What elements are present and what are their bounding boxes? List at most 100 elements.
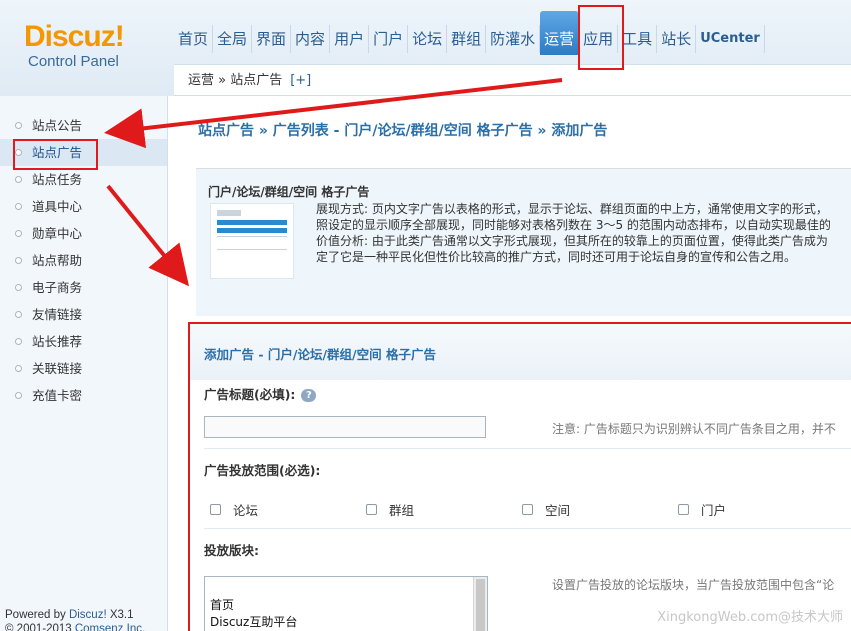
ad-title-input[interactable] xyxy=(204,416,486,438)
info-line: 展现方式: 页内文字广告以表格的形式，显示于论坛、群组页面的中上方，通常使用文字… xyxy=(316,202,828,216)
bullet-icon xyxy=(15,122,22,129)
ad-block-note: 设置广告投放的论坛版块，当广告投放范围中包含“论 xyxy=(552,578,835,592)
sidebar-item-label: 充值卡密 xyxy=(32,388,83,403)
sidebar-item-ecommerce[interactable]: 电子商务 xyxy=(0,274,167,301)
checkbox-label: 空间 xyxy=(545,503,571,518)
sidebar: 站点公告 站点广告 站点任务 道具中心 勋章中心 站点帮助 电子商务 友情链接 … xyxy=(0,96,168,631)
bullet-icon xyxy=(15,338,22,345)
nav-interface[interactable]: 界面 xyxy=(252,25,292,53)
sidebar-item-tasks[interactable]: 站点任务 xyxy=(0,166,167,193)
bullet-icon xyxy=(15,284,22,291)
nav-content[interactable]: 内容 xyxy=(291,25,331,53)
checkbox-label: 论坛 xyxy=(233,503,259,518)
top-nav: 首页 全局 界面 内容 用户 门户 论坛 群组 防灌水 运营 应用 工具 站长 … xyxy=(174,11,765,55)
info-line: 定了它是一种平民化但性价比较高的推广方式，同时还可用于论坛自身的宣传和公告之用。 xyxy=(316,250,797,264)
bullet-icon xyxy=(15,257,22,264)
info-line: 价值分析: 由于此类广告通常以文字形式展现，但其所在的较靠上的页面位置，使得此类… xyxy=(316,234,828,248)
info-description: 展现方式: 页内文字广告以表格的形式，显示于论坛、群组页面的中上方，通常使用文字… xyxy=(316,201,851,265)
header: Discuz! Control Panel 首页 全局 界面 内容 用户 门户 … xyxy=(0,0,851,96)
powered-by: Powered by Discuz! X3.1 xyxy=(5,609,134,621)
bullet-icon xyxy=(15,149,22,156)
checkbox[interactable] xyxy=(522,504,533,515)
powered-version: X3.1 xyxy=(106,609,134,621)
ad-scope-label: 广告投放范围(必选): xyxy=(204,463,321,478)
discuz-logo[interactable]: Discuz! Control Panel xyxy=(24,20,154,80)
bullet-icon xyxy=(15,392,22,399)
add-ad-form: 添加广告 - 门户/论坛/群组/空间 格子广告 广告标题(必填):? 注意: 广… xyxy=(188,322,851,631)
main-content: 站点广告 » 广告列表 - 门户/论坛/群组/空间 格子广告 » 添加广告 门户… xyxy=(180,96,851,631)
comsenz-link[interactable]: Comsenz Inc. xyxy=(75,623,145,631)
powered-link[interactable]: Discuz! xyxy=(69,609,107,621)
sidebar-item-card-keys[interactable]: 充值卡密 xyxy=(0,382,167,409)
help-icon[interactable]: ? xyxy=(301,389,317,402)
ad-title-label: 广告标题(必填):? xyxy=(204,384,317,403)
nav-tools[interactable]: 工具 xyxy=(618,25,658,53)
info-title: 门户/论坛/群组/空间 格子广告 xyxy=(208,185,370,199)
sidebar-item-label: 站点帮助 xyxy=(32,253,83,268)
logo-bang: ! xyxy=(114,20,125,53)
bullet-icon xyxy=(15,311,22,318)
info-line: 照设定的显示顺序全部展现，同时能够对表格列数在 3～5 的范围内动态排布，以自动… xyxy=(316,218,831,232)
nav-groups[interactable]: 群组 xyxy=(447,25,487,53)
bullet-icon xyxy=(15,176,22,183)
sidebar-item-label: 站长推荐 xyxy=(32,334,83,349)
checkbox-label: 群组 xyxy=(389,503,415,518)
nav-global[interactable]: 全局 xyxy=(213,25,253,53)
sidebar-item-friend-links[interactable]: 友情链接 xyxy=(0,301,167,328)
checkbox[interactable] xyxy=(366,504,377,515)
logo-text: Discuz! xyxy=(24,20,154,54)
sidebar-item-help[interactable]: 站点帮助 xyxy=(0,247,167,274)
watermark: XingkongWeb.com@技术大师 xyxy=(657,610,843,625)
block-option-discuz-help[interactable]: Discuz互助平台 xyxy=(205,614,487,631)
nav-portal[interactable]: 门户 xyxy=(369,25,409,53)
sidebar-item-recommend[interactable]: 站长推荐 xyxy=(0,328,167,355)
copyright: © 2001-2013 Comsenz Inc. xyxy=(5,623,145,631)
block-option-home[interactable]: 首页 xyxy=(205,597,487,614)
sidebar-item-label: 勋章中心 xyxy=(32,226,83,241)
scope-option-portal[interactable]: 门户 xyxy=(678,500,726,519)
sidebar-item-label: 道具中心 xyxy=(32,199,83,214)
sidebar-item-label: 站点任务 xyxy=(32,172,83,187)
ad-type-info: 门户/论坛/群组/空间 格子广告 展现方式: 页内文字广告以表格的形式，显示于论… xyxy=(196,168,851,316)
powered-prefix: Powered by xyxy=(5,609,69,621)
block-select-list[interactable]: 首页 Discuz互助平台 xyxy=(204,576,488,631)
sidebar-item-label: 关联链接 xyxy=(32,361,83,376)
page-title: 站点广告 » 广告列表 - 门户/论坛/群组/空间 格子广告 » 添加广告 xyxy=(198,123,608,139)
sidebar-item-magic[interactable]: 道具中心 xyxy=(0,193,167,220)
form-header: 添加广告 - 门户/论坛/群组/空间 格子广告 xyxy=(190,324,851,380)
scope-option-forum[interactable]: 论坛 xyxy=(210,500,258,519)
nav-operations[interactable]: 运营 xyxy=(540,11,580,55)
nav-forum[interactable]: 论坛 xyxy=(408,25,448,53)
ad-title-note: 注意: 广告标题只为识别辨认不同广告条目之用，并不 xyxy=(552,422,836,436)
scope-option-space[interactable]: 空间 xyxy=(522,500,570,519)
sidebar-item-site-ads[interactable]: 站点广告 xyxy=(0,139,167,166)
scope-option-group[interactable]: 群组 xyxy=(366,500,414,519)
sidebar-item-announcements[interactable]: 站点公告 xyxy=(0,112,167,139)
sidebar-item-medals[interactable]: 勋章中心 xyxy=(0,220,167,247)
checkbox-label: 门户 xyxy=(701,503,727,518)
nav-webmaster[interactable]: 站长 xyxy=(657,25,697,53)
logo-subtitle: Control Panel xyxy=(28,53,119,70)
breadcrumb: 运营 » 站点广告 [+] xyxy=(174,64,851,96)
list-scrollbar[interactable] xyxy=(473,577,487,631)
nav-apps[interactable]: 应用 xyxy=(579,25,619,53)
ad-title-label-text: 广告标题(必填): xyxy=(204,387,296,402)
ad-preview-image xyxy=(210,203,294,279)
bullet-icon xyxy=(15,230,22,237)
sidebar-item-label: 电子商务 xyxy=(32,280,83,295)
logo-brand: Discuz xyxy=(24,20,116,53)
ad-block-label: 投放版块: xyxy=(204,543,259,558)
sidebar-item-label: 友情链接 xyxy=(32,307,83,322)
nav-ucenter[interactable]: UCenter xyxy=(696,25,765,53)
bullet-icon xyxy=(15,203,22,210)
checkbox[interactable] xyxy=(678,504,689,515)
sidebar-item-label: 站点广告 xyxy=(32,145,83,160)
nav-anti-spam[interactable]: 防灌水 xyxy=(486,25,541,53)
checkbox[interactable] xyxy=(210,504,221,515)
bullet-icon xyxy=(15,365,22,372)
add-shortcut-link[interactable]: [+] xyxy=(290,73,311,88)
nav-home[interactable]: 首页 xyxy=(174,25,214,53)
breadcrumb-text: 运营 » 站点广告 xyxy=(188,73,283,88)
sidebar-item-related-links[interactable]: 关联链接 xyxy=(0,355,167,382)
nav-users[interactable]: 用户 xyxy=(330,25,370,53)
